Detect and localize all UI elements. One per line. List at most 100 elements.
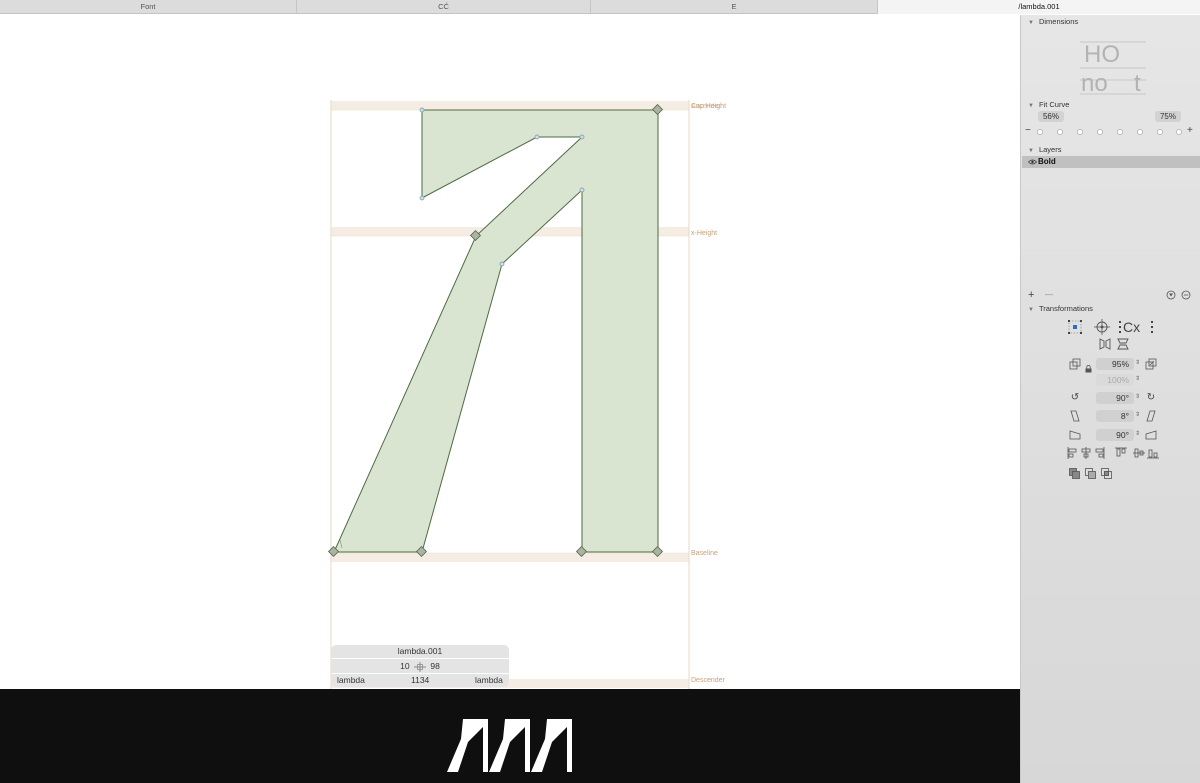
tab-cc[interactable]: CĆ [297,0,591,14]
fit-curve-left-value[interactable]: 56% [1038,111,1064,122]
node-inner-b[interactable] [579,134,585,140]
disclosure-triangle-icon[interactable]: ▼ [1028,307,1034,313]
align-center-h-icon [1081,447,1091,459]
layer-filter-icon[interactable] [1166,290,1176,300]
fit-curve-plus-button[interactable]: + [1187,125,1193,136]
rotate-stepper[interactable]: ⇕ [1134,392,1141,403]
glyph-width[interactable]: 1134 [411,674,429,687]
preview-glyph-row [447,719,572,772]
preview-glyph-3 [531,719,572,772]
node-inner-a[interactable] [534,134,540,140]
x-height-label: x-Height [691,230,718,237]
rotate-cw-icon[interactable]: ↻ [1145,392,1157,404]
dimensions-sample-top: HO [1084,41,1120,68]
fit-curve-title: Fit Curve [1038,100,1070,109]
fit-curve-right-value[interactable]: 75% [1155,111,1181,122]
scale-y-stepper[interactable]: ⇕ [1134,374,1141,385]
fit-curve-slider[interactable] [1035,127,1185,137]
descender-label: Descender [691,677,725,684]
disclosure-triangle-icon[interactable]: ▼ [1028,20,1034,26]
skew-field[interactable]: 90° [1096,429,1134,441]
align-toolbar[interactable] [1067,447,1159,459]
component-origin-icon[interactable]: Cx [1119,319,1155,335]
layer-options-icon[interactable] [1181,290,1191,300]
skew-stepper[interactable]: ⇕ [1134,429,1141,440]
lsb-value[interactable]: 10 [400,661,409,671]
dimensions-header[interactable]: ▼ Dimensions [1021,16,1200,28]
layer-name: Bold [1038,157,1056,166]
lambda-glyph-outline[interactable] [333,109,659,553]
node-top-left[interactable] [419,107,425,113]
layers-header[interactable]: ▼ Layers [1021,144,1200,156]
scale-stepper[interactable]: ⇕ [1134,358,1141,369]
dimensions-diagram[interactable]: HO no t [1076,32,1156,96]
slant-left-icon[interactable] [1069,410,1081,422]
left-kerning-group[interactable]: lambda [337,674,365,687]
dimensions-sample-bottom-right: t [1134,70,1141,96]
tab-bar: Font CĆ E /lambda.001 [0,0,1200,14]
node-serif-bottom[interactable] [419,195,425,201]
preview-glyph-1 [447,719,488,772]
lock-icon[interactable] [1085,365,1092,373]
dimensions-title: Dimensions [1038,17,1079,26]
align-bottom-icon [1147,449,1159,459]
layer-row-bold[interactable]: Bold [1022,156,1200,168]
ascender-label: Ascender [691,103,721,110]
align-center-v-icon [1133,448,1145,458]
align-right-icon [1095,447,1105,459]
scale-icon[interactable] [1069,358,1081,370]
baseline-band [331,553,689,562]
svg-text:Cx: Cx [1123,319,1140,335]
glyph-name-field[interactable]: lambda.001 [331,645,509,658]
skew-left-icon[interactable] [1069,429,1081,441]
path-operations-toolbar[interactable] [1069,468,1113,480]
flip-vertical-icon[interactable] [1117,338,1129,350]
slant-field[interactable]: 8° [1096,410,1134,422]
scale-up-icon[interactable] [1145,358,1157,370]
tab-font[interactable]: Font [0,0,297,14]
skew-right-icon[interactable] [1145,429,1157,441]
align-left-icon [1067,447,1077,459]
glyph-info-box: lambda.001 10 98 lambda 1134 lambda [331,645,509,687]
add-layer-button[interactable]: + [1028,289,1034,301]
node-inner-c[interactable] [579,187,585,193]
slant-stepper[interactable]: ⇕ [1134,410,1141,421]
scale-field[interactable]: 95% [1096,358,1134,370]
subtract-icon [1085,468,1096,479]
rotate-field[interactable]: 90° [1096,392,1134,404]
remove-layer-button[interactable]: — [1045,290,1053,299]
intersect-icon [1101,468,1112,479]
union-icon [1069,468,1080,479]
rotate-ccw-icon[interactable]: ↺ [1069,392,1081,404]
preview-glyphs [447,719,572,772]
crosshair-icon[interactable] [1094,319,1110,335]
glyph-edit-canvas[interactable]: Cap Height Ascender x-Height Baseline De… [0,15,1020,689]
align-top-icon [1115,447,1127,457]
scale-y-field[interactable]: 100% [1096,374,1134,386]
disclosure-triangle-icon[interactable]: ▼ [1028,103,1034,109]
kerning-row: lambda 1134 lambda [331,674,509,687]
node-inner-d[interactable] [499,261,505,267]
glyph-editor-view[interactable] [0,15,1020,689]
sidebearing-row: 10 98 [331,659,509,673]
tab-e[interactable]: E [591,0,878,14]
cap-height-band [331,101,689,110]
transformations-title: Transformations [1038,304,1093,313]
tab-lambda-001[interactable]: /lambda.001 [878,0,1200,14]
right-kerning-group[interactable]: lambda [475,674,503,687]
origin-grid-icon[interactable] [1068,320,1082,334]
transformations-header[interactable]: ▼ Transformations [1021,303,1200,315]
preview-glyph-2 [489,719,530,772]
baseline-label: Baseline [691,550,718,557]
slant-right-icon[interactable] [1145,410,1157,422]
disclosure-triangle-icon[interactable]: ▼ [1028,148,1034,154]
move-icon [414,661,426,672]
fit-curve-minus-button[interactable]: − [1025,125,1031,136]
preview-panel [0,689,1020,783]
flip-horizontal-icon[interactable] [1099,338,1111,350]
inspector-sidebar: ▼ Dimensions HO no t ▼ Fit Curve 56% 75% −… [1020,15,1200,783]
fit-curve-header[interactable]: ▼ Fit Curve [1021,99,1200,111]
eye-icon[interactable] [1028,159,1037,165]
rsb-value[interactable]: 98 [430,661,439,671]
layers-title: Layers [1038,145,1062,154]
